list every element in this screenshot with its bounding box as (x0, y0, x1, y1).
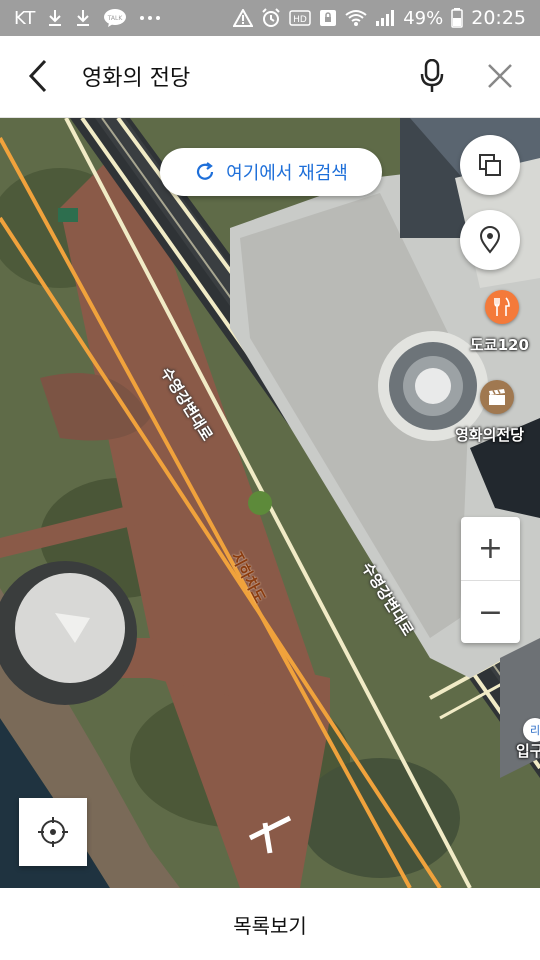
map-view[interactable]: 수영강변대로 수영강변대로 지하차도 여기에서 재검색 도쿄120 영화의전당 … (0, 118, 540, 888)
crosshair-icon (38, 817, 68, 847)
battery-icon (451, 8, 463, 28)
poi-marker-cinema[interactable] (480, 380, 514, 414)
film-clapper-icon (489, 389, 505, 405)
restaurant-icon (494, 297, 510, 316)
location-pin-icon (479, 226, 501, 254)
close-button[interactable] (480, 56, 520, 96)
poi-label-restaurant[interactable]: 도쿄120 (470, 334, 529, 355)
alarm-icon (261, 8, 281, 28)
zoom-out-button[interactable]: − (461, 580, 520, 644)
partial-entrance-badge: 리 (529, 724, 540, 737)
status-right: HD 49% 20:25 (233, 0, 526, 36)
back-button[interactable] (18, 56, 58, 96)
wifi-icon (345, 9, 367, 27)
download-icon (75, 9, 91, 27)
status-left: KT TALK (14, 0, 161, 36)
talk-badge-text: TALK (107, 15, 124, 22)
poi-marker-restaurant[interactable] (485, 290, 519, 324)
voice-search-button[interactable] (412, 56, 452, 96)
location-pin-button[interactable] (460, 210, 520, 270)
search-query-title[interactable]: 영화의 전당 (82, 60, 190, 92)
sim-lock-icon (319, 9, 337, 27)
satellite-map-image (0, 118, 540, 888)
layers-icon (479, 154, 501, 176)
kakaotalk-icon: TALK (103, 8, 127, 28)
research-label: 여기에서 재검색 (226, 163, 348, 184)
carrier-label: KT (14, 7, 36, 29)
status-bar: KT TALK HD 49% 20:25 (0, 0, 540, 36)
chevron-left-icon (28, 59, 47, 93)
hd-badge-text: HD (293, 15, 307, 25)
more-dots-icon (139, 15, 161, 21)
list-view-label: 목록보기 (233, 913, 307, 938)
download-icon (47, 9, 63, 27)
zoom-control: + − (461, 517, 520, 643)
research-here-button[interactable]: 여기에서 재검색 (160, 148, 382, 196)
signal-icon (375, 9, 395, 27)
microphone-icon (420, 59, 444, 92)
zoom-in-button[interactable]: + (461, 517, 520, 580)
close-icon (488, 64, 512, 88)
clock-time: 20:25 (471, 7, 526, 29)
partial-entrance-label: 입구 (516, 742, 540, 760)
hd-icon: HD (289, 10, 311, 26)
partial-entrance-marker: 리 (523, 718, 540, 742)
warning-icon (233, 9, 254, 27)
app-header: 영화의 전당 (0, 36, 540, 118)
list-view-button[interactable]: 목록보기 (0, 888, 540, 960)
layer-button[interactable] (460, 135, 520, 195)
refresh-icon (197, 162, 214, 180)
poi-label-cinema[interactable]: 영화의전당 (455, 424, 524, 445)
current-location-button[interactable] (19, 798, 87, 866)
battery-percent: 49% (403, 7, 444, 29)
